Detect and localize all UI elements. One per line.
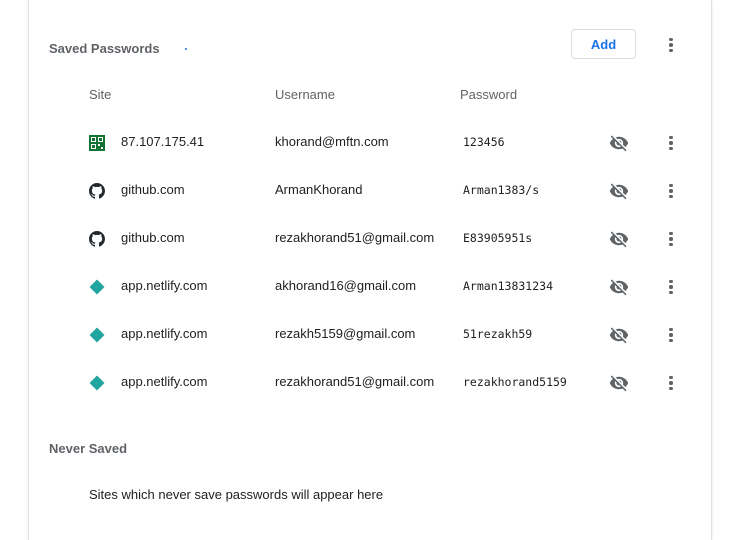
password-row: github.com ArmanKhorand Arman1383/s bbox=[29, 167, 711, 215]
column-header-site: Site bbox=[89, 87, 112, 102]
github-icon bbox=[89, 183, 105, 199]
visibility-off-icon[interactable] bbox=[609, 229, 629, 249]
username: rezakhorand51@gmail.com bbox=[275, 230, 435, 245]
saved-passwords-title: Saved Passwords bbox=[49, 41, 160, 56]
password-row: github.com rezakhorand51@gmail.com E8390… bbox=[29, 215, 711, 263]
loading-dot bbox=[185, 48, 187, 50]
netlify-icon bbox=[89, 279, 105, 295]
password-row: app.netlify.com akhorand16@gmail.com Arm… bbox=[29, 263, 711, 311]
password-row: app.netlify.com rezakhorand51@gmail.com … bbox=[29, 359, 711, 407]
visibility-off-icon[interactable] bbox=[609, 133, 629, 153]
site-name: github.com bbox=[121, 230, 185, 245]
password-value: rezakhorand5159 bbox=[463, 375, 567, 389]
passwords-card: Saved Passwords Add Site Username Passwo… bbox=[28, 0, 712, 540]
site-name: github.com bbox=[121, 182, 185, 197]
add-password-button[interactable]: Add bbox=[571, 29, 636, 59]
qr-site-icon bbox=[89, 135, 105, 151]
row-more-actions-icon[interactable] bbox=[661, 373, 681, 393]
row-more-actions-icon[interactable] bbox=[661, 229, 681, 249]
username: ArmanKhorand bbox=[275, 182, 363, 197]
site-name: app.netlify.com bbox=[121, 278, 208, 293]
password-value: E83905951s bbox=[463, 231, 533, 245]
password-value: 123456 bbox=[463, 135, 505, 149]
visibility-off-icon[interactable] bbox=[609, 181, 629, 201]
never-saved-title: Never Saved bbox=[49, 441, 128, 456]
username: akhorand16@gmail.com bbox=[275, 278, 417, 293]
netlify-icon bbox=[89, 327, 105, 343]
password-value: 51rezakh59 bbox=[463, 327, 533, 341]
visibility-off-icon[interactable] bbox=[609, 325, 629, 345]
row-more-actions-icon[interactable] bbox=[661, 325, 681, 345]
row-more-actions-icon[interactable] bbox=[661, 181, 681, 201]
username: rezakhorand51@gmail.com bbox=[275, 374, 435, 389]
visibility-off-icon[interactable] bbox=[609, 277, 629, 297]
password-value: Arman13831234 bbox=[463, 279, 554, 293]
site-name: 87.107.175.41 bbox=[121, 134, 205, 149]
password-row: 87.107.175.41 khorand@mftn.com 123456 bbox=[29, 119, 711, 167]
github-icon bbox=[89, 231, 105, 247]
column-header-password: Password bbox=[460, 87, 518, 102]
site-name: app.netlify.com bbox=[121, 326, 208, 341]
column-header-username: Username bbox=[275, 87, 335, 102]
more-actions-icon[interactable] bbox=[661, 35, 681, 55]
visibility-off-icon[interactable] bbox=[609, 373, 629, 393]
site-name: app.netlify.com bbox=[121, 374, 208, 389]
password-value: Arman1383/s bbox=[463, 183, 540, 197]
row-more-actions-icon[interactable] bbox=[661, 277, 681, 297]
username: rezakh5159@gmail.com bbox=[275, 326, 416, 341]
netlify-icon bbox=[89, 375, 105, 391]
row-more-actions-icon[interactable] bbox=[661, 133, 681, 153]
username: khorand@mftn.com bbox=[275, 134, 389, 149]
never-saved-empty-message: Sites which never save passwords will ap… bbox=[89, 487, 384, 502]
password-row: app.netlify.com rezakh5159@gmail.com 51r… bbox=[29, 311, 711, 359]
